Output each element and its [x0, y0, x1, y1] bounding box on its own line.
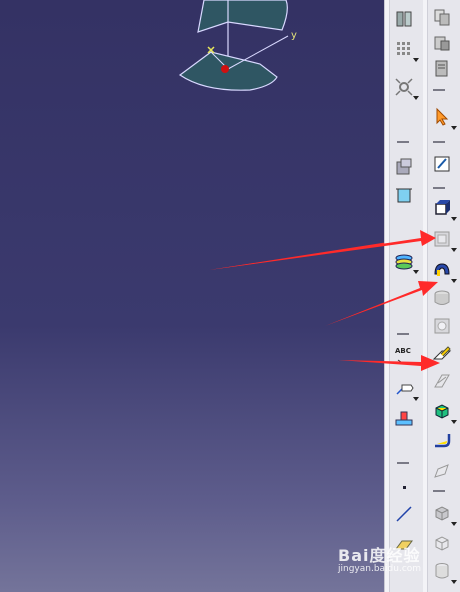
toolbar-grip-left[interactable]	[385, 0, 390, 592]
line-icon	[396, 506, 412, 522]
separator	[433, 187, 445, 189]
separator	[397, 141, 409, 143]
layers-icon	[395, 254, 413, 270]
pocket-icon	[434, 231, 450, 247]
text-annotation-button[interactable]: ABC	[393, 345, 415, 367]
draft-button[interactable]	[431, 460, 453, 482]
view-rotate-icon	[396, 11, 412, 27]
layers-button[interactable]	[393, 250, 419, 274]
constraint-button[interactable]	[393, 156, 415, 178]
pad-button[interactable]	[431, 197, 457, 221]
watermark: Bai度经验 jingyan.baidu.com	[338, 542, 421, 574]
viewport-graphics	[178, 0, 384, 270]
separator	[397, 333, 409, 335]
dimension-box-icon	[396, 188, 412, 203]
hole-icon	[434, 318, 450, 334]
fillet-button[interactable]	[431, 429, 453, 451]
separator	[433, 89, 445, 91]
cylinder-button[interactable]	[431, 560, 457, 584]
upper-sketch-plane[interactable]	[197, 0, 288, 33]
document-icon	[435, 60, 448, 77]
flag-note-button[interactable]	[393, 377, 419, 401]
select-arrow-icon	[436, 107, 449, 126]
point-button[interactable]	[393, 476, 415, 498]
toolbar-panel: ABC	[384, 0, 460, 592]
shell-icon	[435, 506, 449, 521]
fillet-icon	[435, 434, 451, 448]
groove-icon	[434, 290, 450, 305]
grid-icon	[397, 42, 410, 55]
shaft-button[interactable]	[431, 259, 457, 283]
text-annotation-label: ABC	[395, 347, 411, 355]
select-arrow-button[interactable]	[431, 106, 457, 130]
paste-icon	[434, 36, 450, 51]
copy-button[interactable]	[431, 6, 453, 28]
solid-combine-icon	[435, 404, 449, 419]
sketch-button[interactable]	[431, 153, 453, 175]
pocket-button[interactable]	[431, 228, 457, 252]
axis-label-y: y	[291, 30, 297, 41]
constraint-icon	[396, 158, 412, 175]
shaft-icon	[434, 263, 450, 276]
annotation-arrow-1	[209, 242, 384, 270]
solid-combine-button[interactable]	[431, 400, 457, 424]
lower-sketch-plane[interactable]	[178, 51, 278, 91]
separator	[433, 141, 445, 143]
point-icon	[403, 486, 406, 489]
hole-button[interactable]	[431, 315, 453, 337]
slot-icon	[434, 374, 450, 388]
flag-note-icon	[396, 384, 414, 395]
groove-button[interactable]	[431, 287, 453, 309]
draft-icon	[434, 464, 449, 478]
pad-icon	[435, 200, 450, 215]
separator	[397, 462, 409, 464]
watermark-sub: jingyan.baidu.com	[338, 564, 422, 574]
paste-button[interactable]	[431, 32, 453, 54]
view-rotate-button[interactable]	[393, 8, 415, 30]
fit-all-button[interactable]	[393, 76, 419, 100]
fit-all-icon	[395, 78, 413, 96]
document-button[interactable]	[431, 58, 453, 80]
measure-icon	[395, 411, 413, 426]
rib-button[interactable]	[431, 343, 453, 365]
box-icon	[435, 536, 449, 551]
cylinder-icon	[435, 563, 449, 579]
toolbar-grip-right[interactable]	[423, 0, 428, 592]
rib-icon	[432, 346, 452, 360]
watermark-main: Bai度经验	[338, 546, 421, 565]
slot-button[interactable]	[431, 370, 453, 392]
box-button[interactable]	[431, 532, 453, 554]
grid-button[interactable]	[393, 38, 419, 62]
line-button[interactable]	[393, 503, 415, 525]
dimension-box-button[interactable]	[393, 184, 415, 206]
3d-viewport[interactable]: y	[0, 0, 384, 592]
origin-point[interactable]	[221, 65, 229, 73]
sketch-icon	[434, 156, 450, 172]
shell-button[interactable]	[431, 502, 457, 526]
copy-icon	[434, 9, 450, 26]
separator	[433, 490, 445, 492]
measure-button[interactable]	[393, 407, 415, 429]
